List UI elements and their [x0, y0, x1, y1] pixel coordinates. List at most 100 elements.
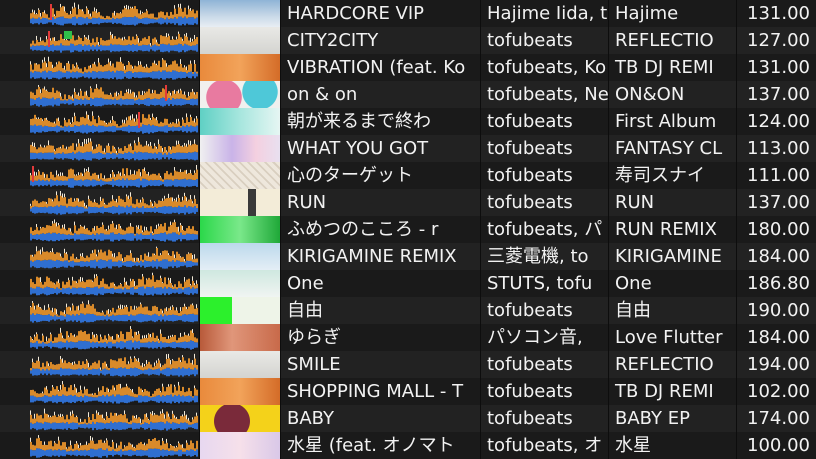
waveform-bar-low: [84, 125, 86, 133]
waveform-preview[interactable]: [0, 324, 200, 351]
waveform-bar-low: [78, 99, 80, 105]
waveform-bar-low: [82, 207, 84, 213]
waveform-preview[interactable]: [0, 54, 200, 81]
waveform-bar-mid: [162, 413, 164, 423]
waveform-preview[interactable]: [0, 216, 200, 243]
table-row[interactable]: HARDCORE VIP Hajime Iida, t Hajime 131.00: [0, 0, 816, 27]
waveform-preview[interactable]: [0, 297, 200, 324]
table-row[interactable]: KIRIGAMINE REMIX 三菱電機, to KIRIGAMINE 184.00: [0, 243, 816, 270]
waveform-bar-low: [184, 99, 186, 105]
waveform-bar-low: [88, 125, 90, 133]
waveform-preview[interactable]: [0, 162, 200, 189]
table-row[interactable]: 水星 (feat. オノマト tofubeats, オ水星 100.00: [0, 432, 816, 459]
waveform-bar-low: [106, 207, 108, 213]
waveform-preview[interactable]: [0, 81, 200, 108]
waveform-bar-low: [70, 18, 72, 24]
table-row[interactable]: RUN tofubeats RUN 137.00: [0, 189, 816, 216]
waveform-preview[interactable]: [0, 0, 200, 27]
waveform-bar-high: [50, 415, 51, 418]
waveform-bar-mid: [108, 16, 110, 20]
waveform-bar-high: [60, 384, 61, 390]
waveform-bar-high: [172, 359, 173, 361]
cue-marker[interactable]: [48, 31, 50, 47]
waveform-bar-mid: [180, 172, 182, 180]
waveform-bar-low: [72, 314, 74, 322]
waveform-bar-mid: [124, 230, 126, 235]
waveform-bar-high: [122, 258, 123, 262]
table-row[interactable]: 朝が来るまで終わ tofubeats First Album 124.00: [0, 108, 816, 135]
cue-marker[interactable]: [138, 112, 140, 128]
track-title: WHAT YOU GOT: [280, 135, 480, 162]
waveform-preview[interactable]: [0, 405, 200, 432]
waveform-preview[interactable]: [0, 378, 200, 405]
waveform-bar-low: [162, 369, 164, 375]
waveform-bar-low: [66, 207, 68, 213]
waveform-graphic: [30, 191, 198, 215]
waveform-bar-mid: [110, 177, 112, 182]
waveform-preview[interactable]: [0, 432, 200, 459]
waveform-bar-low: [58, 260, 60, 268]
table-row[interactable]: WHAT YOU GOT tofubeats FANTASY CL 113.00: [0, 135, 816, 162]
waveform-preview[interactable]: [0, 27, 200, 54]
waveform-bar-mid: [80, 256, 82, 262]
waveform-bar-low: [70, 126, 72, 132]
waveform-bar-low: [142, 18, 144, 24]
table-row[interactable]: SHOPPING MALL - Ttofubeats TB DJ REMI 102.…: [0, 378, 816, 405]
waveform-bar-low: [116, 341, 118, 349]
waveform-bar-low: [116, 179, 118, 187]
table-row[interactable]: ゆらぎ パソコン音, Love Flutter 184.00: [0, 324, 816, 351]
waveform-bar-high: [74, 66, 75, 68]
waveform-bar-mid: [102, 150, 104, 155]
waveform-bar-mid: [142, 392, 144, 397]
waveform-bar-mid: [150, 413, 152, 422]
waveform-bar-low: [178, 260, 180, 268]
waveform-bar-low: [56, 205, 58, 215]
waveform-bar-mid: [56, 41, 58, 46]
waveform-bar-mid: [146, 66, 148, 73]
waveform-bar-high: [158, 338, 159, 341]
waveform-bar-low: [184, 368, 186, 376]
waveform-preview[interactable]: [0, 135, 200, 162]
waveform-bar-low: [184, 451, 186, 455]
waveform-bar-low: [126, 341, 128, 349]
loop-marker[interactable]: [64, 31, 72, 39]
waveform-bar-low: [34, 71, 36, 79]
waveform-bar-mid: [94, 337, 96, 343]
waveform-bar-low: [112, 152, 114, 160]
waveform-bar-mid: [34, 199, 36, 207]
waveform-bar-mid: [134, 417, 136, 423]
waveform-bar-low: [148, 286, 150, 296]
waveform-preview[interactable]: [0, 351, 200, 378]
waveform-bar-low: [96, 342, 98, 348]
waveform-bar-high: [52, 248, 53, 253]
track-artist: Hajime Iida, t: [480, 0, 608, 27]
waveform-bar-mid: [64, 148, 66, 154]
cue-marker[interactable]: [50, 4, 52, 20]
waveform-preview[interactable]: [0, 108, 200, 135]
cue-marker[interactable]: [165, 85, 167, 101]
cue-marker[interactable]: [32, 166, 34, 182]
waveform-bar-low: [58, 45, 60, 51]
table-row[interactable]: on & on tofubeats, Ne ON&ON 137.00: [0, 81, 816, 108]
waveform-bar-mid: [168, 308, 170, 315]
table-row[interactable]: One STUTS, tofu One 186.80: [0, 270, 816, 297]
waveform-preview[interactable]: [0, 270, 200, 297]
table-row[interactable]: ふめつのこころ - r tofubeats, パ RUN REMIX 180.00: [0, 216, 816, 243]
waveform-bar-low: [44, 70, 46, 80]
waveform-bar-mid: [120, 413, 122, 423]
waveform-bar-mid: [32, 418, 34, 424]
waveform-bar-mid: [146, 443, 148, 451]
table-row[interactable]: 心のターゲット tofubeats 寿司スナイ 111.00: [0, 162, 816, 189]
table-row[interactable]: CITY2CITY tofubeats REFLECTIO 127.00: [0, 27, 816, 54]
table-row[interactable]: 自由 tofubeats 自由 190.00: [0, 297, 816, 324]
waveform-preview[interactable]: [0, 243, 200, 270]
table-row[interactable]: BABY tofubeats BABY EP 174.00: [0, 405, 816, 432]
table-row[interactable]: SMILE tofubeats REFLECTIO 194.00: [0, 351, 816, 378]
waveform-bar-low: [100, 287, 102, 295]
waveform-bar-low: [184, 43, 186, 53]
track-artist: tofubeats: [480, 135, 608, 162]
table-row[interactable]: VIBRATION (feat. Ko tofubeats, Ko TB DJ RE…: [0, 54, 816, 81]
waveform-bar-mid: [174, 39, 176, 45]
waveform-preview[interactable]: [0, 189, 200, 216]
waveform-bar-high: [106, 411, 107, 417]
